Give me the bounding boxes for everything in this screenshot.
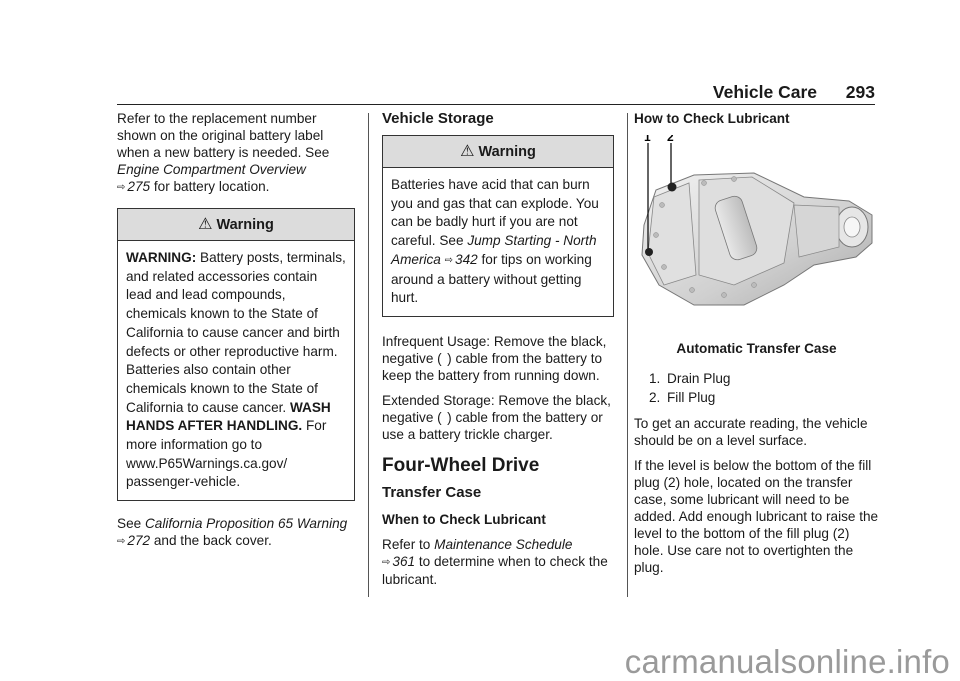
infrequent-usage-paragraph: Infrequent Usage: Remove the black, nega… [382, 333, 607, 383]
page-ref-arrow-icon: ⇨ [117, 182, 126, 193]
column-3: How to Check Lubricant 1 2 Automatic Tra… [634, 110, 879, 584]
callout-label-2: 2 [667, 135, 674, 144]
page-ref-arrow-icon: ⇨ [117, 536, 126, 548]
header-title: Vehicle Care [712, 82, 817, 102]
chapter-title-four-wheel-drive: Four-Wheel Drive [382, 454, 540, 476]
maintenance-schedule-link[interactable]: Maintenance Schedule [434, 537, 572, 552]
page-ref-arrow-icon: ⇨ [444, 254, 454, 266]
warning-body: WARNING: Battery posts, terminals, and r… [126, 250, 346, 490]
page-number: 293 [845, 82, 875, 102]
warning-body: Batteries have acid that can burn you an… [391, 177, 599, 306]
figure-legend: 1. Drain Plug 2. Fill Plug [649, 369, 879, 407]
callout-label-1: 1 [644, 135, 651, 144]
warning-header: ⚠ Warning [118, 209, 354, 241]
warning-box-prop65: ⚠ Warning WARNING: Battery posts, termina… [117, 208, 355, 502]
subsub-title-when-to-check: When to Check Lubricant [382, 511, 546, 527]
drain-plug-marker [645, 248, 653, 256]
page-ref-275[interactable]: 275 [127, 179, 150, 194]
warning-box-battery: ⚠ Warning Batteries have acid that can bu… [382, 135, 614, 317]
column-divider [627, 113, 628, 597]
fill-plug-marker [667, 182, 677, 192]
level-below-paragraph: If the level is below the bottom of the … [634, 458, 879, 575]
column-divider [368, 113, 369, 597]
section-title-vehicle-storage: Vehicle Storage [382, 110, 494, 127]
housing-shape [641, 172, 873, 306]
warning-triangle-icon: ⚠ [460, 143, 475, 160]
page-ref-361[interactable]: 361 [392, 554, 415, 569]
transfer-case-illustration: 1 2 [634, 130, 879, 320]
see-prop65-paragraph: See California Proposition 65 Warning ⇨ 2… [117, 516, 348, 549]
warning-triangle-icon: ⚠ [198, 216, 213, 233]
accurate-reading-paragraph: To get an accurate reading, the vehicle … [634, 416, 868, 448]
legend-item: 2. Fill Plug [649, 390, 716, 405]
page-ref-272[interactable]: 272 [127, 533, 150, 548]
transfer-case-drawing: 1 2 [641, 130, 873, 306]
engine-compartment-link[interactable]: Engine Compartment Overview [117, 162, 306, 177]
column-2: Vehicle Storage ⚠ Warning Batteries have … [382, 110, 614, 596]
subsection-title-transfer-case: Transfer Case [382, 483, 482, 501]
page-ref-arrow-icon: ⇨ [382, 556, 391, 568]
page-header: Vehicle Care 293 [117, 80, 875, 105]
watermark: carmanualsonline.info [624, 643, 950, 680]
page-ref-342[interactable]: 342 [455, 252, 478, 267]
prop65-link[interactable]: California Proposition 65 Warning [145, 516, 347, 531]
figure-caption: Automatic Transfer Case [676, 341, 837, 356]
warning-header: ⚠ Warning [383, 136, 613, 168]
refer-maintenance-paragraph: Refer to Maintenance Schedule ⇨ 361 to de… [382, 536, 608, 587]
extended-storage-paragraph: Extended Storage: Remove the black, nega… [382, 392, 611, 442]
legend-item: 1. Drain Plug [649, 371, 731, 386]
section-title-how-to-check: How to Check Lubricant [634, 111, 790, 126]
intro-paragraph: Refer to the replacement number shown on… [117, 111, 330, 194]
column-1: Refer to the replacement number shown on… [117, 110, 355, 558]
